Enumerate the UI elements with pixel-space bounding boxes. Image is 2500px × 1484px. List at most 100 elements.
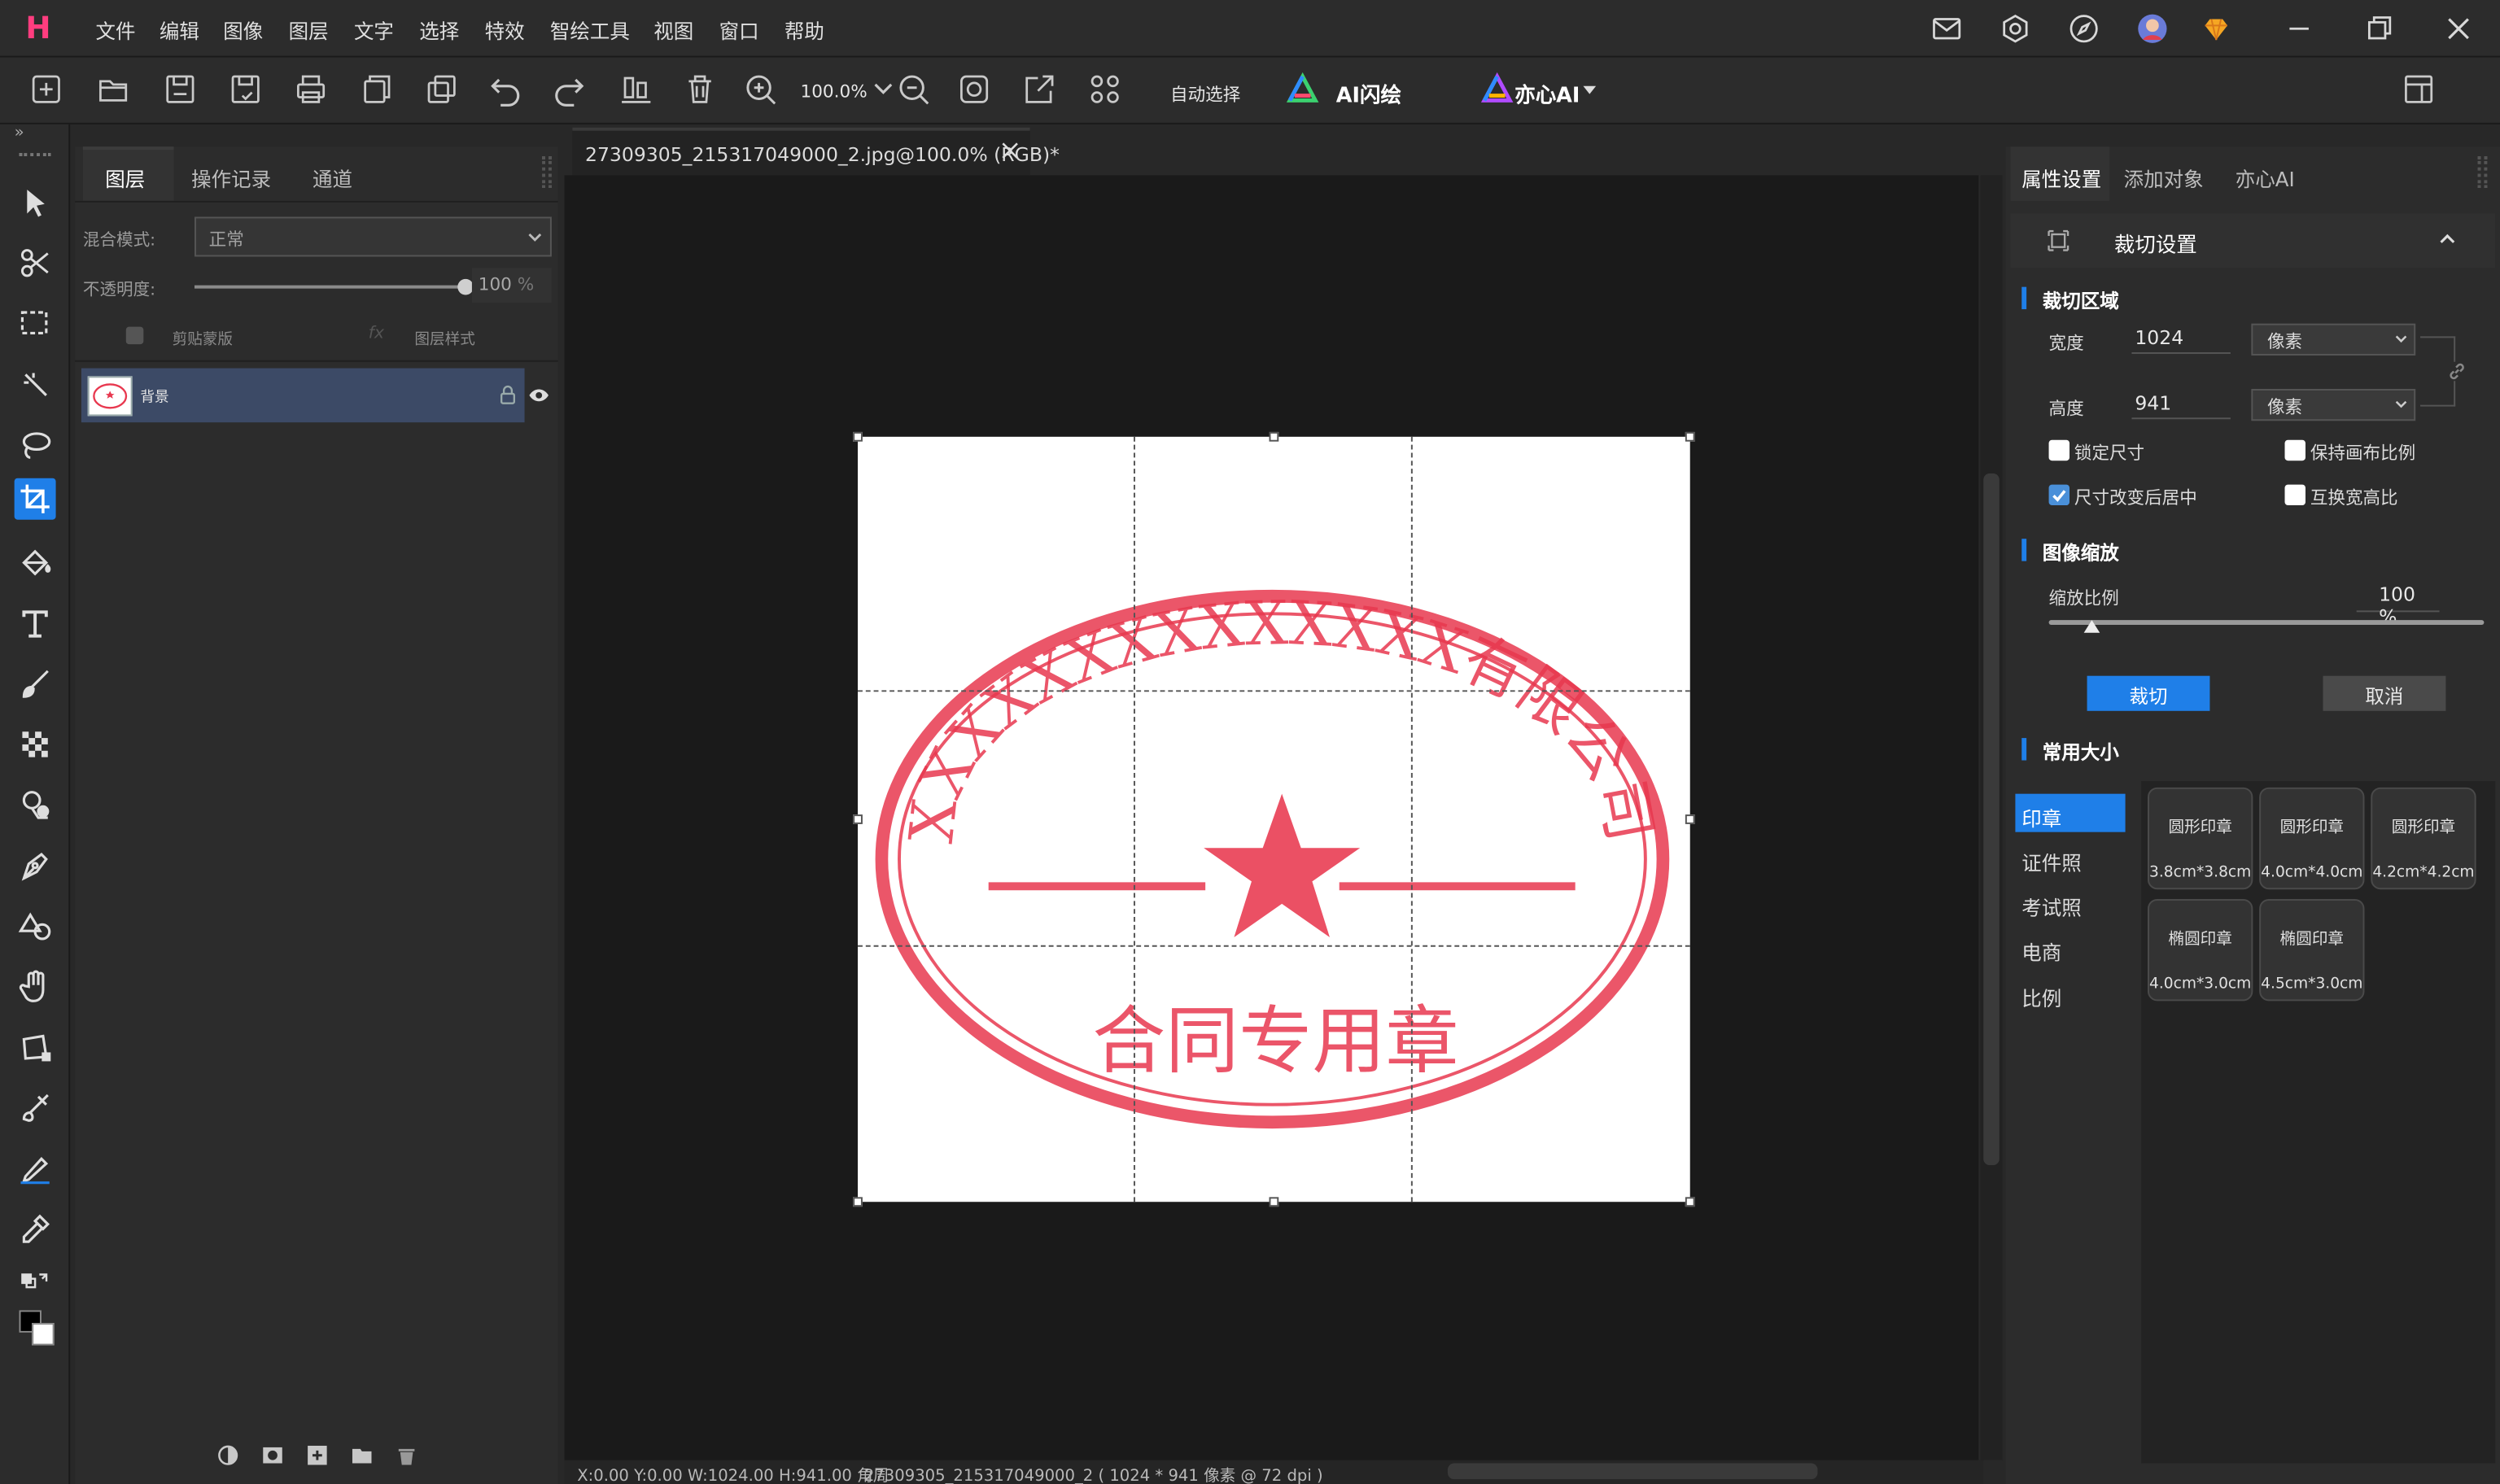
- preset-card[interactable]: 圆形印章 4.2cm*4.2cm: [2371, 787, 2476, 890]
- expand-icon[interactable]: »: [15, 124, 24, 142]
- compass-icon[interactable]: [2068, 13, 2100, 45]
- background-color-swatch[interactable]: [32, 1323, 55, 1346]
- visibility-eye-icon[interactable]: [527, 386, 549, 405]
- new-group-folder-icon[interactable]: [351, 1444, 373, 1466]
- crop-handle[interactable]: [853, 814, 863, 824]
- width-input[interactable]: 1024: [2131, 322, 2231, 354]
- minimize-icon[interactable]: [2284, 13, 2315, 45]
- ai-flash-button[interactable]: AI闪绘: [1336, 78, 1401, 108]
- scale-slider-thumb[interactable]: [2084, 620, 2100, 633]
- mask-icon[interactable]: [261, 1444, 283, 1466]
- menu-view[interactable]: 视图: [653, 15, 693, 45]
- adjustment-layer-icon[interactable]: [216, 1444, 238, 1466]
- crop-handle[interactable]: [853, 431, 863, 442]
- fit-screen-icon[interactable]: [957, 72, 992, 107]
- preset-card[interactable]: 圆形印章 4.0cm*4.0cm: [2259, 787, 2365, 890]
- crop-handle[interactable]: [1269, 1197, 1279, 1207]
- opacity-input[interactable]: 100 %: [471, 268, 552, 303]
- lock-icon[interactable]: [499, 384, 517, 404]
- tab-properties[interactable]: 属性设置: [2021, 163, 2101, 193]
- stamp-tool-icon[interactable]: [15, 784, 56, 826]
- fx-icon[interactable]: fx: [369, 324, 384, 343]
- vip-diamond-icon[interactable]: [2201, 13, 2232, 45]
- move-tool-icon[interactable]: [15, 181, 56, 223]
- blend-mode-select[interactable]: 正常: [194, 216, 552, 257]
- menu-layer[interactable]: 图层: [289, 15, 329, 45]
- chevron-down-icon[interactable]: [872, 78, 894, 100]
- print-icon[interactable]: [293, 72, 328, 107]
- hand-tool-icon[interactable]: [15, 966, 56, 1007]
- cancel-button[interactable]: 取消: [2323, 675, 2446, 711]
- preset-card[interactable]: 椭圆印章 4.0cm*3.0cm: [2148, 898, 2253, 1002]
- menu-edit[interactable]: 编辑: [160, 15, 199, 45]
- restore-icon[interactable]: [2363, 13, 2395, 45]
- menu-help[interactable]: 帮助: [785, 15, 824, 45]
- crop-handle[interactable]: [1269, 431, 1279, 442]
- collapse-chevron-up-icon[interactable]: [2438, 231, 2458, 247]
- magic-wand-icon[interactable]: [15, 364, 56, 405]
- horizontal-scroll-thumb[interactable]: [1447, 1463, 1818, 1480]
- fill-bucket-icon[interactable]: [15, 542, 56, 583]
- crop-handle[interactable]: [1685, 814, 1695, 824]
- panel-layout-icon[interactable]: [2402, 72, 2437, 107]
- settings-icon[interactable]: [2000, 13, 2031, 45]
- swap-ratio-checkbox[interactable]: [2284, 484, 2306, 506]
- duplicate-icon[interactable]: [359, 72, 394, 107]
- keep-ratio-checkbox[interactable]: [2284, 439, 2306, 461]
- layer-name[interactable]: 背景: [140, 386, 168, 407]
- marquee-tool-icon[interactable]: [15, 303, 56, 344]
- category-seal[interactable]: 印章: [2021, 801, 2061, 831]
- document-tab[interactable]: 27309305_215317049000_2.jpg@100.0% (RGB)…: [572, 127, 1060, 176]
- height-input[interactable]: 941: [2131, 387, 2231, 420]
- center-after-resize-checkbox[interactable]: [2048, 484, 2070, 506]
- vertical-scroll-thumb[interactable]: [1983, 473, 2000, 1166]
- yixin-ai-logo-icon[interactable]: [1479, 72, 1514, 107]
- link-ratio-icon[interactable]: [2447, 361, 2467, 382]
- category-ratio[interactable]: 比例: [2021, 982, 2061, 1012]
- crop-handle[interactable]: [853, 1197, 863, 1207]
- mosaic-tool-icon[interactable]: [15, 723, 56, 765]
- grid-icon[interactable]: [1087, 72, 1122, 107]
- chevron-down-icon[interactable]: [527, 228, 544, 246]
- layer-style-label[interactable]: 图层样式: [414, 327, 474, 350]
- delete-icon[interactable]: [683, 72, 718, 107]
- tab-history[interactable]: 操作记录: [191, 163, 271, 193]
- tab-yixin-ai[interactable]: 亦心AI: [2236, 163, 2295, 193]
- save-icon[interactable]: [163, 72, 198, 107]
- menu-text[interactable]: 文字: [354, 15, 394, 45]
- clip-mask-label[interactable]: 剪贴蒙版: [173, 327, 233, 350]
- transform-tool-icon[interactable]: [15, 1027, 56, 1068]
- lock-size-checkbox[interactable]: [2048, 439, 2070, 461]
- redo-icon[interactable]: [552, 72, 587, 107]
- close-tab-icon[interactable]: [1001, 142, 1019, 159]
- swap-colors-icon[interactable]: [15, 1266, 56, 1298]
- tab-add-object[interactable]: 添加对象: [2124, 163, 2204, 193]
- save-as-icon[interactable]: [228, 72, 263, 107]
- ai-flash-logo-icon[interactable]: [1285, 72, 1320, 107]
- menu-window[interactable]: 窗口: [719, 15, 759, 45]
- vertical-scrollbar[interactable]: [1980, 175, 2003, 1460]
- menu-select[interactable]: 选择: [419, 15, 459, 45]
- cut-tool-icon[interactable]: [15, 242, 56, 284]
- menu-file[interactable]: 文件: [96, 15, 136, 45]
- brush-tool-icon[interactable]: [15, 663, 56, 705]
- panel-grip[interactable]: [2477, 156, 2488, 189]
- pencil-tool-icon[interactable]: [15, 1148, 56, 1189]
- avatar[interactable]: [2136, 13, 2168, 45]
- clip-mask-icon[interactable]: [125, 325, 145, 346]
- delete-layer-icon[interactable]: [396, 1444, 417, 1466]
- crop-settings-header[interactable]: [2010, 213, 2496, 268]
- layer-row-background[interactable]: 背景: [81, 368, 525, 423]
- menu-smart-tools[interactable]: 智绘工具: [550, 15, 630, 45]
- scale-input[interactable]: 100 %: [2356, 580, 2440, 628]
- caret-down-icon[interactable]: [1582, 81, 1598, 98]
- menu-image[interactable]: 图像: [223, 15, 263, 45]
- preset-card[interactable]: 圆形印章 3.8cm*3.8cm: [2148, 787, 2253, 890]
- lasso-tool-icon[interactable]: [15, 424, 56, 465]
- crop-handle[interactable]: [1685, 431, 1695, 442]
- export-icon[interactable]: [1022, 72, 1057, 107]
- undo-icon[interactable]: [488, 72, 523, 107]
- crop-handle[interactable]: [1685, 1197, 1695, 1207]
- tab-layers[interactable]: 图层: [105, 163, 145, 193]
- image-canvas[interactable]: XXXXXXXXXXXXXX有限公司 合同专用章: [853, 431, 1695, 1207]
